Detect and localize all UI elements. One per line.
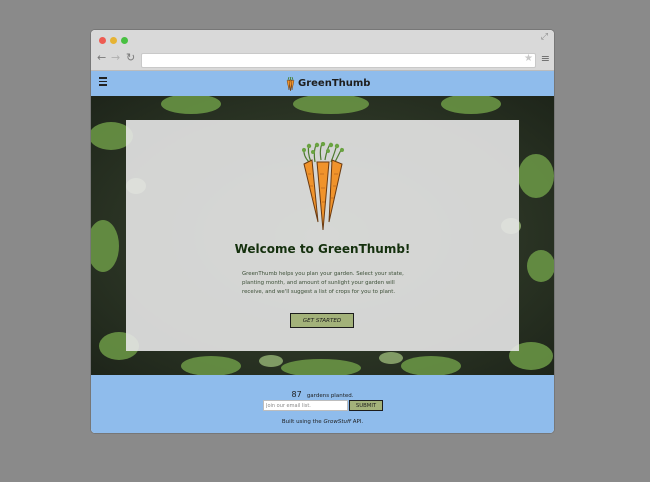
intro-paragraph: GreenThumb helps you plan your garden. S… (242, 271, 404, 295)
credit-line: Built using the GrowStuff API. (91, 419, 554, 425)
browser-window: ⤢ ← → ↻ ★ ≡ GreenThumb Welcome to GreenT… (91, 30, 554, 433)
submit-button[interactable]: SUBMIT (349, 400, 383, 411)
email-input[interactable] (263, 400, 348, 411)
get-started-button[interactable]: GET STARTED (290, 313, 354, 328)
expand-icon[interactable]: ⤢ (541, 32, 548, 42)
maximize-window-button[interactable] (121, 37, 128, 44)
forward-arrow-icon[interactable]: → (111, 52, 120, 64)
site-footer: 87 gardens planted. SUBMIT Built using t… (91, 375, 554, 433)
carrot-logo-icon (286, 76, 295, 91)
menu-icon[interactable] (99, 77, 107, 86)
site-header: GreenThumb (91, 71, 554, 96)
back-arrow-icon[interactable]: ← (97, 52, 106, 64)
close-window-button[interactable] (99, 37, 106, 44)
minimize-window-button[interactable] (110, 37, 117, 44)
reload-icon[interactable]: ↻ (126, 52, 135, 64)
address-bar[interactable]: ★ (141, 53, 536, 68)
email-signup-form: SUBMIT (263, 400, 383, 411)
gardens-label: gardens planted. (306, 393, 354, 399)
gardens-count: 87 (291, 390, 302, 399)
welcome-heading: Welcome to GreenThumb! (234, 242, 411, 256)
browser-menu-icon[interactable]: ≡ (541, 52, 550, 65)
brand-name: GreenThumb (298, 78, 371, 89)
credit-prefix: Built using the (281, 419, 324, 425)
credit-suffix: API. (350, 419, 364, 425)
welcome-card: Welcome to GreenThumb! GreenThumb helps … (126, 120, 519, 351)
browser-chrome: ⤢ ← → ↻ ★ ≡ (91, 30, 554, 71)
brand-logo[interactable]: GreenThumb (286, 75, 370, 92)
growstuff-link[interactable]: GrowStuff (323, 419, 351, 425)
carrot-illustration-icon (302, 142, 344, 231)
gardens-stat: 87 gardens planted. (91, 382, 554, 401)
hero-section: Welcome to GreenThumb! GreenThumb helps … (91, 96, 554, 375)
star-icon[interactable]: ★ (524, 53, 533, 64)
